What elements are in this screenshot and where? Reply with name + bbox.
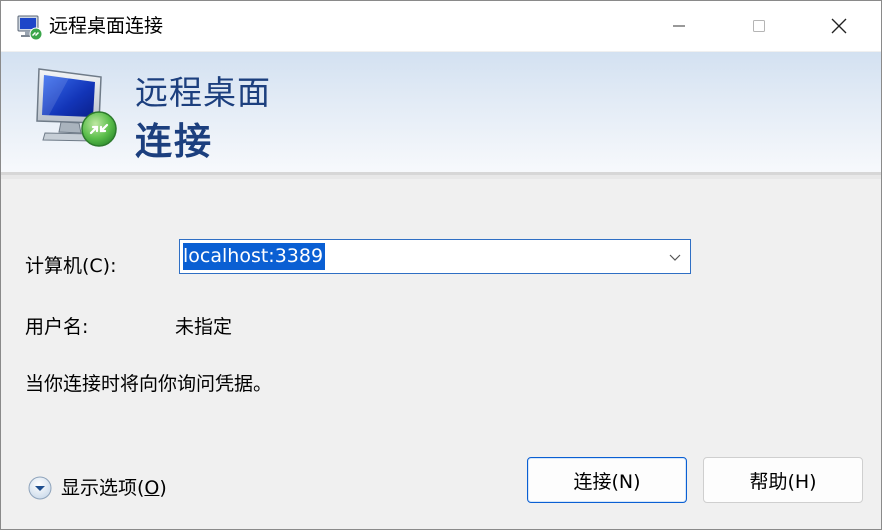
minimize-icon xyxy=(673,25,685,27)
show-options-label-suffix: ) xyxy=(159,477,167,499)
remote-desktop-monitor-icon xyxy=(36,68,117,147)
banner-title-line2: 连接 xyxy=(135,120,213,163)
computer-combobox[interactable]: localhost:3389 xyxy=(179,239,691,274)
show-options-link[interactable]: 显示选项(O) xyxy=(61,475,167,501)
header-banner xyxy=(1,52,881,172)
remote-desktop-window: 远程桌面连接 远程桌面 连接 计算机(C): localhost:3389 用户… xyxy=(0,0,882,530)
chevron-down-icon[interactable] xyxy=(666,248,684,266)
title-bar[interactable]: 远程桌面连接 xyxy=(1,1,881,51)
expand-options-icon[interactable] xyxy=(27,475,53,501)
remote-desktop-icon xyxy=(17,15,43,41)
window-title: 远程桌面连接 xyxy=(49,15,164,37)
minimize-button[interactable] xyxy=(649,1,709,51)
credentials-prompt: 当你连接时将向你询问凭据。 xyxy=(25,373,273,395)
maximize-button[interactable] xyxy=(729,1,789,51)
banner-divider-shadow xyxy=(1,175,881,179)
connect-button[interactable]: 连接(N) xyxy=(527,457,687,503)
close-icon xyxy=(831,18,847,34)
show-options-label-prefix: 显示选项( xyxy=(61,477,145,499)
username-label: 用户名: xyxy=(25,316,89,338)
maximize-icon xyxy=(753,20,765,32)
close-button[interactable] xyxy=(809,1,869,51)
computer-label: 计算机(C): xyxy=(25,255,117,277)
username-value: 未指定 xyxy=(175,316,233,338)
banner-title-line1: 远程桌面 xyxy=(135,73,271,112)
show-options-mnemonic: O xyxy=(144,477,160,499)
computer-input[interactable]: localhost:3389 xyxy=(183,243,326,270)
help-button[interactable]: 帮助(H) xyxy=(703,457,863,503)
